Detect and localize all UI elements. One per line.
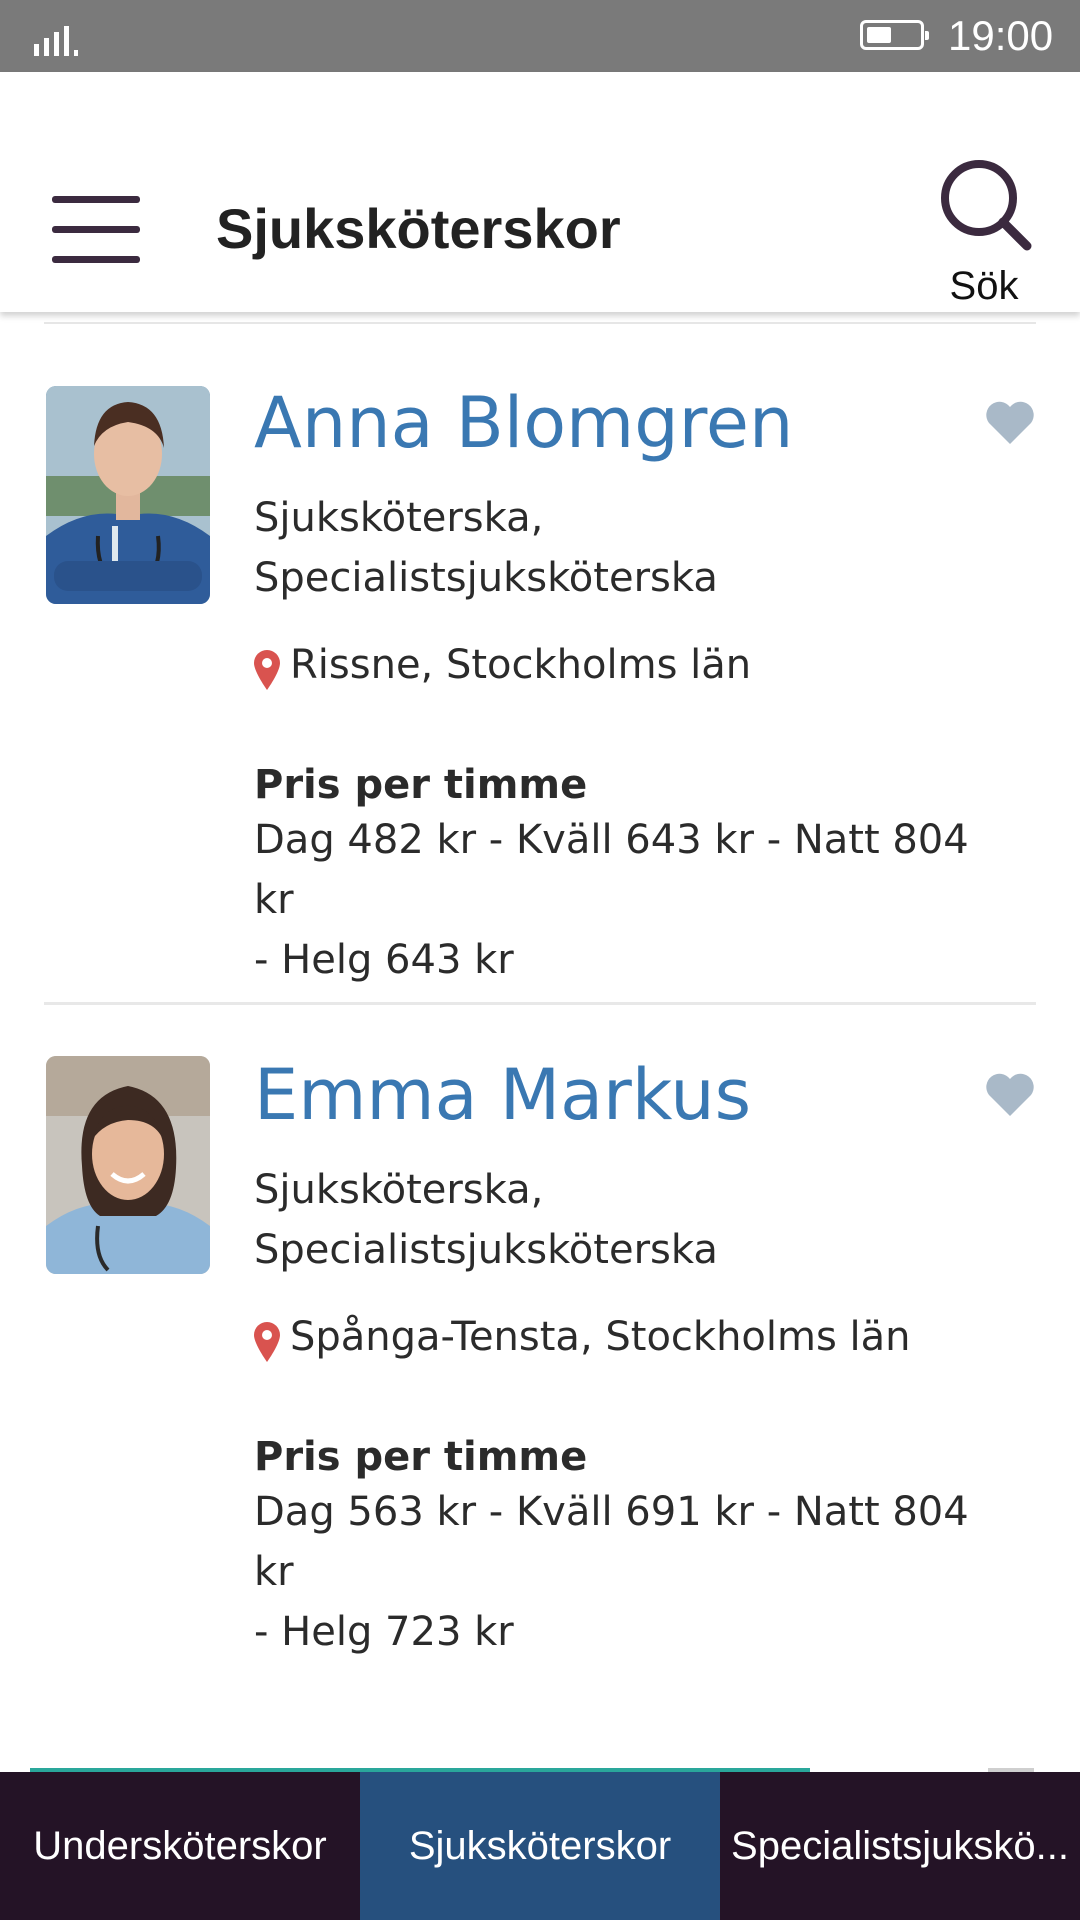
nurse-card[interactable]: Anna Blomgren Sjuksköterska, Specialists…	[0, 330, 1080, 983]
avatar	[46, 386, 210, 604]
battery-icon	[860, 20, 929, 50]
search-button[interactable]: Sök	[925, 152, 1043, 308]
price-title: Pris per timme	[254, 1434, 588, 1480]
bottom-tab-bar: Undersköterskor Sjuksköterskor Specialis…	[0, 1772, 1080, 1920]
app-header: Sjuksköterskor Sök	[0, 72, 1080, 312]
hamburger-icon-line	[52, 256, 140, 263]
price-line: - Helg 643 kr	[254, 937, 514, 983]
menu-button[interactable]	[52, 196, 142, 263]
location-pin-icon	[254, 1322, 280, 1362]
signal-icon	[34, 26, 78, 56]
nurse-name[interactable]: Emma Markus	[254, 1054, 751, 1136]
price-title: Pris per timme	[254, 762, 588, 808]
nurse-card[interactable]: Emma Markus Sjuksköterska, Specialistsju…	[0, 1002, 1080, 1655]
search-icon	[941, 160, 1032, 251]
nurse-role: Sjuksköterska, Specialistsjuksköterska	[254, 1160, 718, 1280]
nurse-location: Rissne, Stockholms län	[290, 642, 752, 688]
hamburger-icon	[52, 196, 140, 203]
location-pin-icon	[254, 650, 280, 690]
tab-sjukskoterskor[interactable]: Sjuksköterskor	[360, 1772, 720, 1920]
nurse-role-line: Specialistsjuksköterska	[254, 555, 718, 601]
nurse-photo	[46, 386, 210, 604]
price-details: Dag 482 kr - Kväll 643 kr - Natt 804 kr …	[254, 810, 1014, 990]
status-time: 19:00	[948, 12, 1054, 59]
status-bar: 19:00	[0, 0, 1080, 72]
hamburger-icon-line	[52, 226, 140, 233]
nurse-role-line: Sjuksköterska,	[254, 495, 544, 541]
nurse-role: Sjuksköterska, Specialistsjuksköterska	[254, 488, 718, 608]
price-details: Dag 563 kr - Kväll 691 kr - Natt 804 kr …	[254, 1482, 1014, 1662]
avatar	[46, 1056, 210, 1274]
price-line: Dag 563 kr - Kväll 691 kr - Natt 804 kr	[254, 1489, 969, 1595]
nurse-name[interactable]: Anna Blomgren	[254, 382, 793, 464]
favorite-heart-icon[interactable]	[984, 400, 1036, 446]
nurse-role-line: Specialistsjuksköterska	[254, 1227, 718, 1273]
tab-underskoterskor[interactable]: Undersköterskor	[0, 1772, 360, 1920]
nurse-photo	[46, 1056, 210, 1274]
tab-specialistsjukskoterskor[interactable]: Specialistsjukskö...	[720, 1772, 1080, 1920]
favorite-heart-icon[interactable]	[984, 1072, 1036, 1118]
divider	[44, 322, 1036, 324]
price-line: Dag 482 kr - Kväll 643 kr - Natt 804 kr	[254, 817, 969, 923]
price-line: - Helg 723 kr	[254, 1609, 514, 1655]
nurse-role-line: Sjuksköterska,	[254, 1167, 544, 1213]
page-title: Sjuksköterskor	[216, 197, 621, 260]
nurse-location: Spånga-Tensta, Stockholms län	[290, 1314, 911, 1360]
search-label: Sök	[949, 264, 1019, 308]
